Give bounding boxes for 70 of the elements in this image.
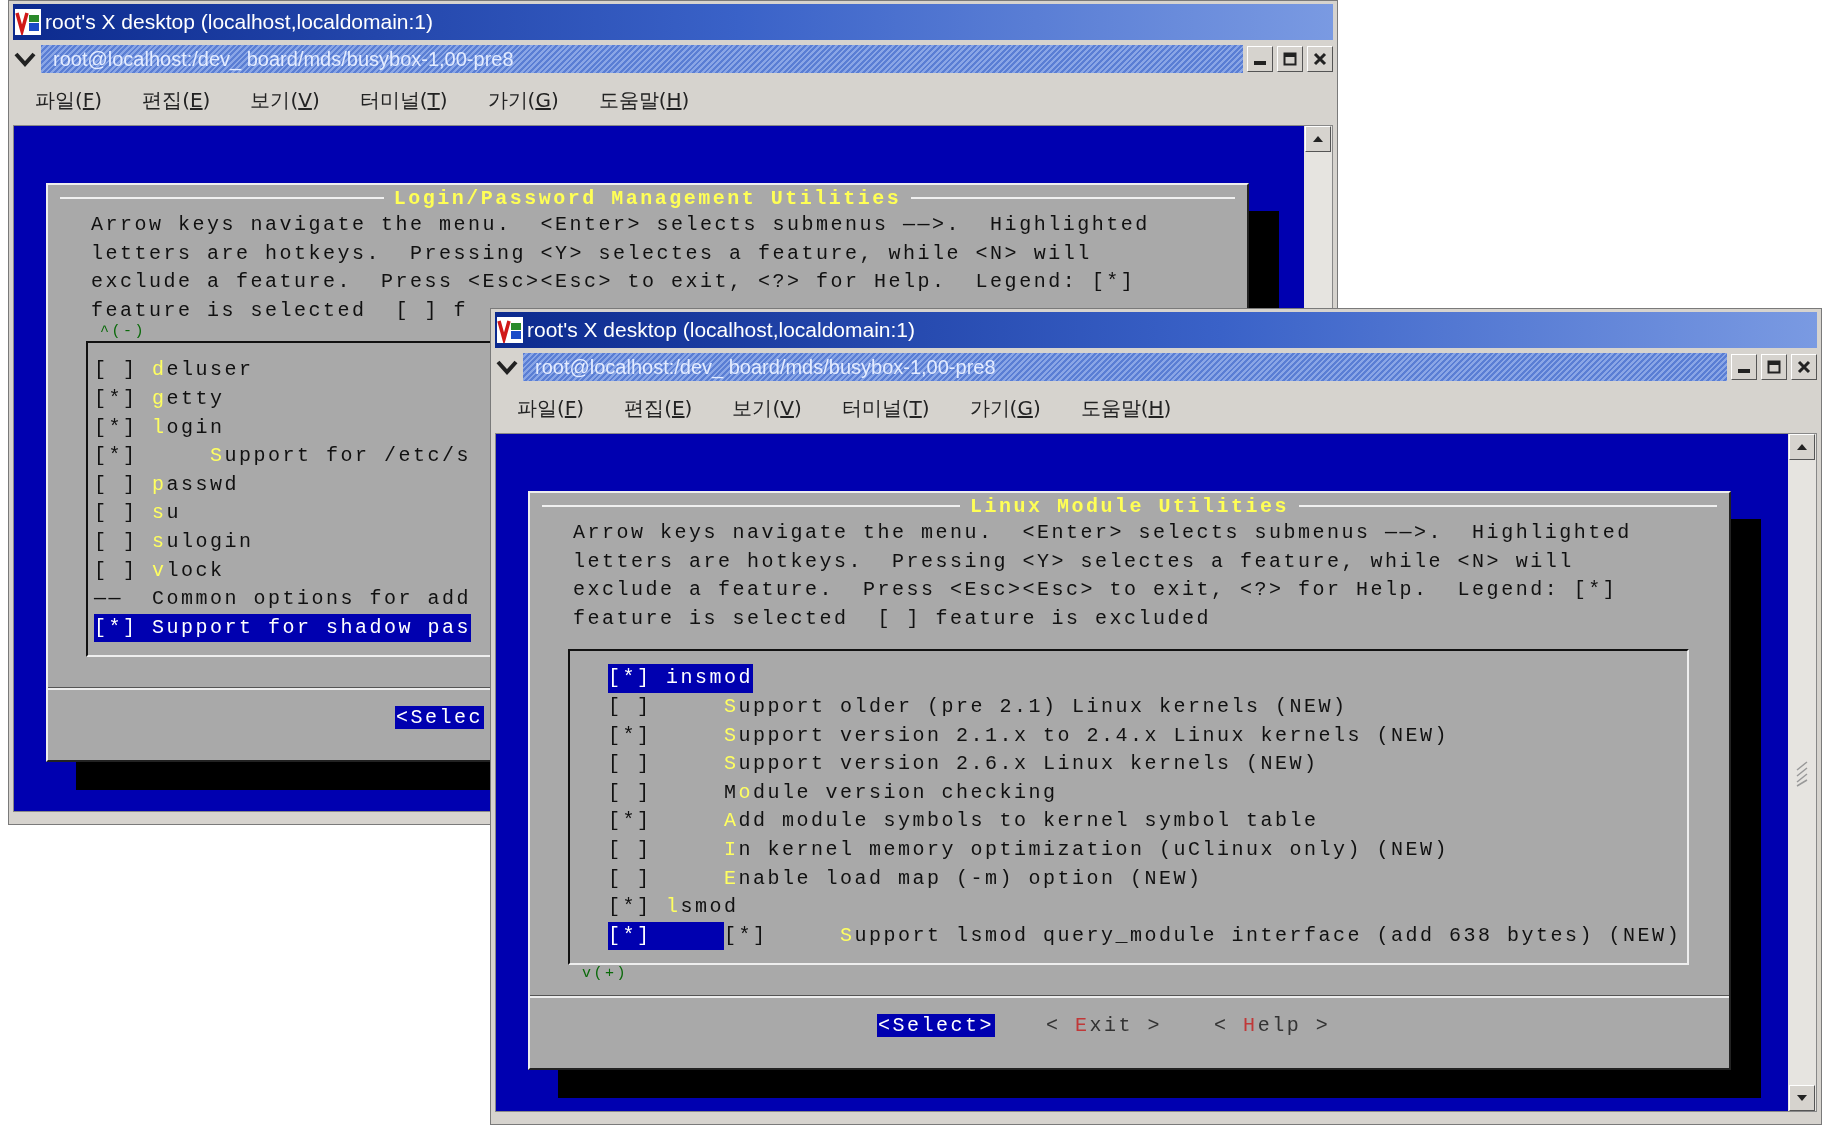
help-text: exclude a feature. Press <Esc><Esc> to exit, <?> for Help. Legend: [*] xyxy=(572,577,1618,604)
menu-option[interactable]: [*] l smod xyxy=(608,893,739,922)
arrow-up-icon xyxy=(1312,135,1324,143)
menu-option[interactable]: [ ] s u xyxy=(94,499,182,528)
menu-item[interactable]: 보기(V) xyxy=(732,394,802,422)
maximize-icon xyxy=(1283,52,1297,66)
menu-item[interactable]: 도움말(H) xyxy=(1080,394,1172,422)
help-text: Arrow keys navigate the menu. <Enter> selects submenus ——>. Highlighted xyxy=(572,520,1632,546)
comment-row-text: —— Common options for add xyxy=(94,586,472,613)
menu-item[interactable]: 파일(F) xyxy=(517,394,585,422)
menu-option[interactable]: [*] insmod xyxy=(608,664,753,693)
menu-item[interactable]: 도움말(H) xyxy=(598,86,690,114)
terminal-title: root@localhost:/dev_ board/mds/busybox-1,00-pre8 xyxy=(523,353,1727,381)
menu-item[interactable]: 파일(F) xyxy=(35,86,103,114)
minimize-button[interactable] xyxy=(1247,46,1273,72)
menu-item[interactable]: 편집(E) xyxy=(624,394,693,422)
menu-option[interactable]: [ ] Module version checking xyxy=(608,778,1058,808)
help-text: feature is selected [ ] feature is excluded xyxy=(572,605,1212,632)
help-text: feature is selected [ ] f xyxy=(90,297,469,324)
menu-option[interactable]: [*] getty xyxy=(94,384,225,414)
menu-item[interactable]: 편집(E) xyxy=(142,86,211,114)
scroll-up-button[interactable] xyxy=(1305,126,1331,152)
dialog-button[interactable]: <Select> xyxy=(877,1013,996,1037)
menu-option[interactable]: [ ] deluser xyxy=(94,356,254,385)
terminal-title: root@localhost:/dev_ board/mds/busybox-1,00-pre8 xyxy=(41,45,1243,73)
menu-option[interactable]: [*] S upport version 2.1.x to 2.4.x Linux kernels (NEW) xyxy=(608,721,1450,751)
close-icon xyxy=(1797,360,1811,374)
window-title: root's X desktop (localhost,localdomain:1) xyxy=(45,10,434,34)
window-title: root's X desktop (localhost,localdomain:1) xyxy=(527,318,916,342)
menu-option[interactable]: [ ] I n kernel memory optimization (uClinux only) (NEW) xyxy=(608,835,1450,865)
arrow-up-icon xyxy=(1796,443,1808,451)
menu-option[interactable]: [ ] passwd xyxy=(94,470,240,500)
menu-option[interactable]: [ ] S upport older (pre 2.1) Linux kernels (NEW) xyxy=(608,692,1348,722)
help-text: exclude a feature. Press <Esc><Esc> to exit, <?> for Help. Legend: [*] xyxy=(90,269,1136,296)
menu-item[interactable]: 터미널(T) xyxy=(841,394,930,422)
menu-option[interactable]: [*] Add module symbols to kernel symbol table xyxy=(608,807,1319,836)
scroll-down-button[interactable] xyxy=(1789,1085,1815,1111)
dialog-title: Linux Module Utilities xyxy=(969,494,1291,518)
menu-item[interactable]: 보기(V) xyxy=(250,86,320,114)
menu-item[interactable]: 가기(G) xyxy=(969,394,1041,422)
close-button[interactable] xyxy=(1791,354,1817,380)
close-icon xyxy=(1313,52,1327,66)
app-logo-icon xyxy=(497,317,523,343)
maximize-icon xyxy=(1767,360,1781,374)
menu-option[interactable]: [ ] v lock xyxy=(94,556,225,586)
menu-item[interactable]: 가기(G) xyxy=(487,86,559,114)
dialog-button[interactable]: < Exit > xyxy=(1045,1013,1164,1037)
app-logo-icon xyxy=(15,9,41,35)
menu-option[interactable]: [*] login xyxy=(94,413,225,443)
help-text: letters are hotkeys. Pressing <Y> selectes a feature, while <N> will xyxy=(572,548,1574,575)
arrow-down-icon xyxy=(1796,1094,1808,1102)
help-text: Arrow keys navigate the menu. <Enter> selects submenus ——>. Highlighted xyxy=(90,212,1150,238)
menu-item[interactable]: 터미널(T) xyxy=(359,86,448,114)
menu-option[interactable]: [ ] E nable load map (-m) option (NEW) xyxy=(608,864,1203,894)
menu-option[interactable]: [*] [*] S upport lsmod query_module interface (add 638 bytes) (NEW) xyxy=(608,921,1682,951)
close-button[interactable] xyxy=(1307,46,1333,72)
minimize-icon xyxy=(1254,61,1266,65)
menu-option[interactable]: [ ] S upport version 2.6.x Linux kernels (NEW) xyxy=(608,750,1319,779)
minimize-button[interactable] xyxy=(1731,354,1757,380)
menu-option[interactable]: [ ] s ulogin xyxy=(94,527,254,557)
menu-option[interactable]: [*] Support for shadow pas xyxy=(94,613,472,643)
maximize-button[interactable] xyxy=(1277,46,1303,72)
dialog-title: Login/Password Management Utilities xyxy=(392,186,903,210)
dialog-button[interactable]: < H elp > xyxy=(1213,1013,1332,1037)
minimize-icon xyxy=(1738,369,1750,373)
help-text: letters are hotkeys. Pressing <Y> selectes a feature, while <N> will xyxy=(90,240,1092,267)
dialog-button[interactable]: <Selec xyxy=(395,705,485,729)
menu-option[interactable]: [*] S upport for /etc/s xyxy=(94,442,472,471)
maximize-button[interactable] xyxy=(1761,354,1787,380)
scroll-up-button[interactable] xyxy=(1789,434,1815,460)
